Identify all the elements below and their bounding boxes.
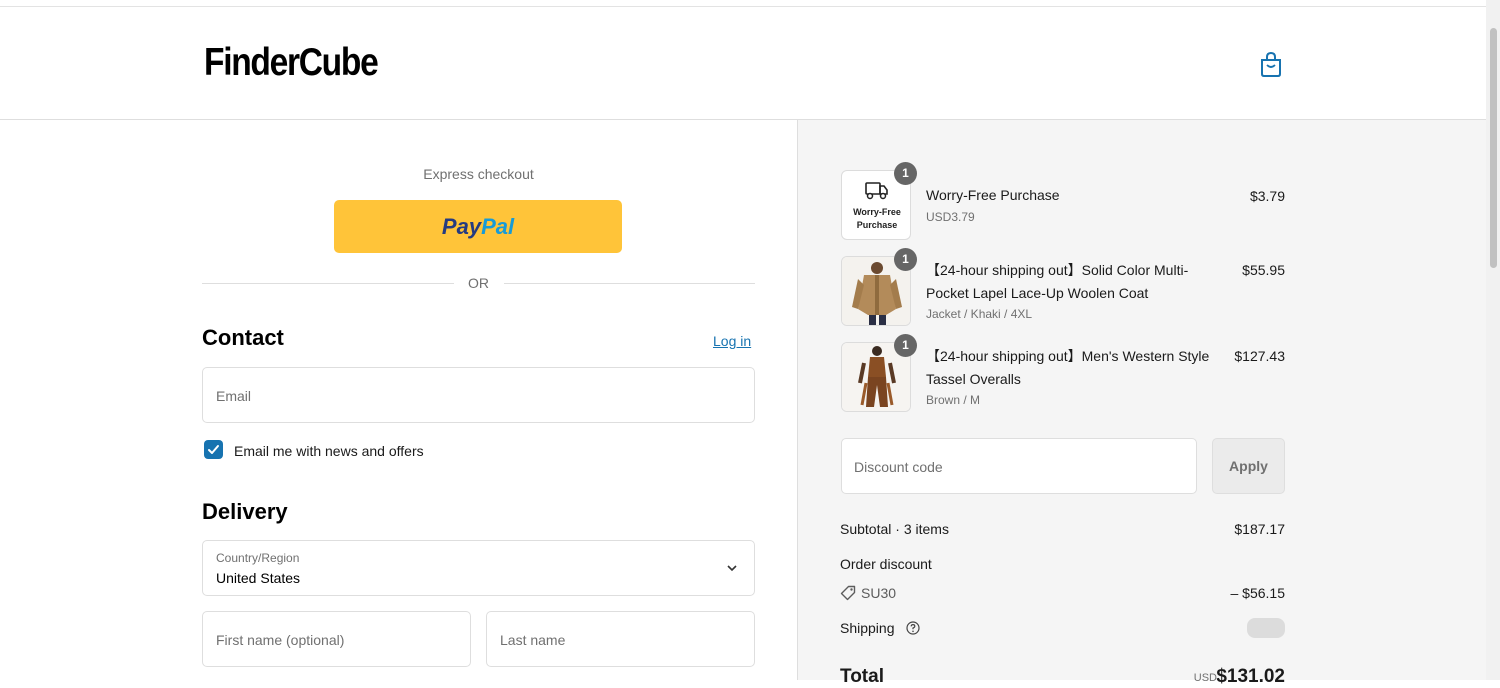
discount-placeholder: Discount code	[854, 459, 943, 475]
item-variant: Brown / M	[926, 393, 981, 407]
discount-code-label: SU30	[861, 585, 897, 601]
subtotal-value: $187.17	[1234, 521, 1285, 537]
scrollbar-thumb[interactable]	[1490, 28, 1497, 268]
check-icon	[208, 445, 219, 454]
or-divider: OR	[202, 275, 755, 293]
thumb-text-2: Purchase	[857, 220, 898, 230]
delivery-heading: Delivery	[202, 499, 288, 524]
help-circle-icon[interactable]	[906, 621, 920, 635]
newsletter-label[interactable]: Email me with news and offers	[234, 443, 424, 459]
last-name-placeholder: Last name	[500, 632, 566, 648]
quantity-badge: 1	[894, 334, 917, 357]
item-name: 【24-hour shipping out】Solid Color Multi-…	[926, 262, 1189, 301]
subtotal-label: Subtotal · 3 items	[840, 521, 949, 537]
total-label: Total	[840, 666, 884, 687]
subtotal-row: Subtotal · 3 items $187.17	[840, 521, 1285, 537]
express-checkout-label: Express checkout	[423, 166, 534, 182]
site-header: FinderCube	[0, 7, 1486, 120]
first-name-field[interactable]: First name (optional)	[202, 611, 471, 667]
total-row: Total USD $131.02	[840, 666, 1285, 688]
order-summary: Worry-Free Purchase 1 Worry-Free Purchas…	[797, 120, 1486, 687]
paypal-button[interactable]: Pay Pal	[334, 200, 622, 253]
item-price: $127.43	[1234, 348, 1285, 364]
paypal-logo-part1: Pay	[441, 213, 482, 239]
checkout-form: Express checkout Pay Pal OR Contact Log i…	[0, 120, 797, 680]
line-item: 1 【24-hour shipping out】Solid Color Mult…	[841, 248, 1285, 326]
order-discount-row: Order discount	[840, 556, 1285, 572]
shipping-row: Shipping	[840, 620, 1285, 636]
divider-line-right	[504, 283, 755, 284]
line-item: Worry-Free Purchase 1 Worry-Free Purchas…	[841, 162, 1285, 240]
first-name-placeholder: First name (optional)	[216, 632, 345, 648]
item-variant: USD3.79	[926, 210, 975, 224]
email-field[interactable]: Email	[202, 367, 755, 423]
line-item: 1 【24-hour shipping out】Men's Western St…	[841, 334, 1285, 412]
item-price: $3.79	[1249, 188, 1285, 204]
quantity-badge: 1	[894, 162, 917, 185]
shipping-label: Shipping	[840, 620, 895, 636]
paypal-logo-part2: Pal	[481, 213, 515, 239]
shopping-bag-icon[interactable]	[1258, 51, 1284, 79]
last-name-field[interactable]: Last name	[486, 611, 755, 667]
item-name: Worry-Free Purchase	[926, 187, 1060, 203]
contact-heading: Contact	[202, 325, 284, 350]
shipping-loading-placeholder	[1247, 618, 1285, 638]
country-select[interactable]: Country/Region United States	[202, 540, 755, 596]
total-currency: USD	[1193, 672, 1217, 684]
page-scrollbar[interactable]	[1486, 0, 1500, 680]
discount-code-input[interactable]: Discount code	[841, 438, 1197, 494]
login-link[interactable]: Log in	[713, 333, 751, 349]
apply-discount-button[interactable]: Apply	[1212, 438, 1285, 494]
thumb-text-1: Worry-Free	[853, 207, 901, 217]
chevron-down-icon	[727, 565, 737, 572]
tag-icon	[840, 585, 856, 601]
item-price: $55.95	[1242, 262, 1285, 278]
newsletter-checkbox[interactable]	[204, 440, 223, 459]
country-value: United States	[216, 570, 301, 586]
item-name: 【24-hour shipping out】Men's Western Styl…	[926, 348, 1210, 387]
brand-logo[interactable]: FinderCube	[204, 41, 379, 85]
order-discount-label: Order discount	[840, 556, 932, 572]
country-label: Country/Region	[216, 551, 300, 565]
total-value: $131.02	[1216, 666, 1285, 687]
discount-amount: – $56.15	[1230, 585, 1286, 601]
item-variant: Jacket / Khaki / 4XL	[926, 307, 1033, 321]
quantity-badge: 1	[894, 248, 917, 271]
email-placeholder: Email	[216, 388, 252, 404]
